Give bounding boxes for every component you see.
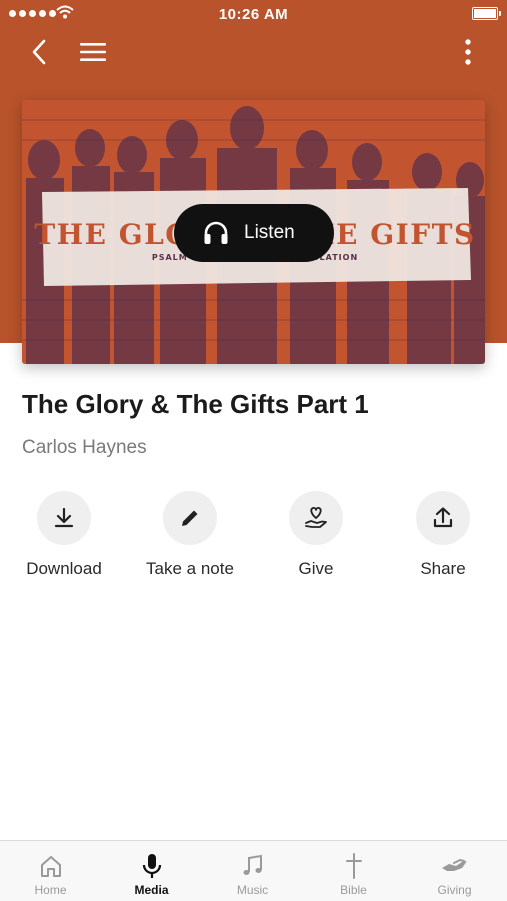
- share-circle: [416, 491, 470, 545]
- tab-bible[interactable]: Bible: [303, 841, 404, 901]
- tab-bar: Home Media Music Bible Giving: [0, 840, 507, 901]
- share-button[interactable]: Share: [373, 491, 507, 579]
- tab-media[interactable]: Media: [101, 841, 202, 901]
- tab-music[interactable]: Music: [202, 841, 303, 901]
- listen-label: Listen: [244, 222, 295, 243]
- more-options-button[interactable]: [456, 36, 480, 68]
- home-icon: [40, 856, 61, 877]
- download-icon: [54, 507, 74, 528]
- share-icon: [433, 507, 453, 528]
- take-note-button[interactable]: Take a note: [120, 491, 260, 579]
- tab-music-label: Music: [236, 883, 269, 897]
- tab-giving[interactable]: Giving: [404, 841, 505, 901]
- tab-media-label: Media: [134, 883, 169, 897]
- download-circle: [37, 491, 91, 545]
- give-circle: [289, 491, 343, 545]
- speaker-name: Carlos Haynes: [22, 437, 147, 458]
- back-button[interactable]: [24, 36, 54, 68]
- battery-icon: [472, 7, 501, 20]
- tab-home[interactable]: Home: [0, 841, 101, 901]
- pencil-icon: [182, 510, 198, 526]
- media-title: The Glory & The Gifts Part 1: [22, 389, 369, 419]
- hamburger-icon: [80, 43, 106, 61]
- tab-home-label: Home: [34, 883, 67, 897]
- give-label: Give: [298, 559, 334, 578]
- status-bar: 10:26 AM: [0, 0, 507, 30]
- download-button[interactable]: Download: [0, 491, 134, 579]
- share-label: Share: [420, 559, 466, 578]
- cross-icon: [345, 853, 362, 879]
- more-vertical-icon: [465, 39, 471, 65]
- give-button[interactable]: Give: [246, 491, 386, 579]
- tab-giving-label: Giving: [437, 883, 472, 897]
- take-note-circle: [163, 491, 217, 545]
- giving-hand-icon: [441, 858, 467, 871]
- headphones-icon: [204, 221, 228, 244]
- status-time: 10:26 AM: [218, 6, 289, 23]
- music-note-icon: [243, 854, 262, 875]
- download-label: Download: [26, 559, 102, 578]
- heart-hand-icon: [305, 507, 327, 528]
- take-note-label: Take a note: [146, 559, 234, 578]
- listen-button[interactable]: Listen: [174, 204, 334, 262]
- tab-bible-label: Bible: [340, 883, 367, 897]
- microphone-icon: [142, 854, 161, 878]
- menu-button[interactable]: [76, 38, 110, 66]
- chevron-left-icon: [32, 39, 46, 65]
